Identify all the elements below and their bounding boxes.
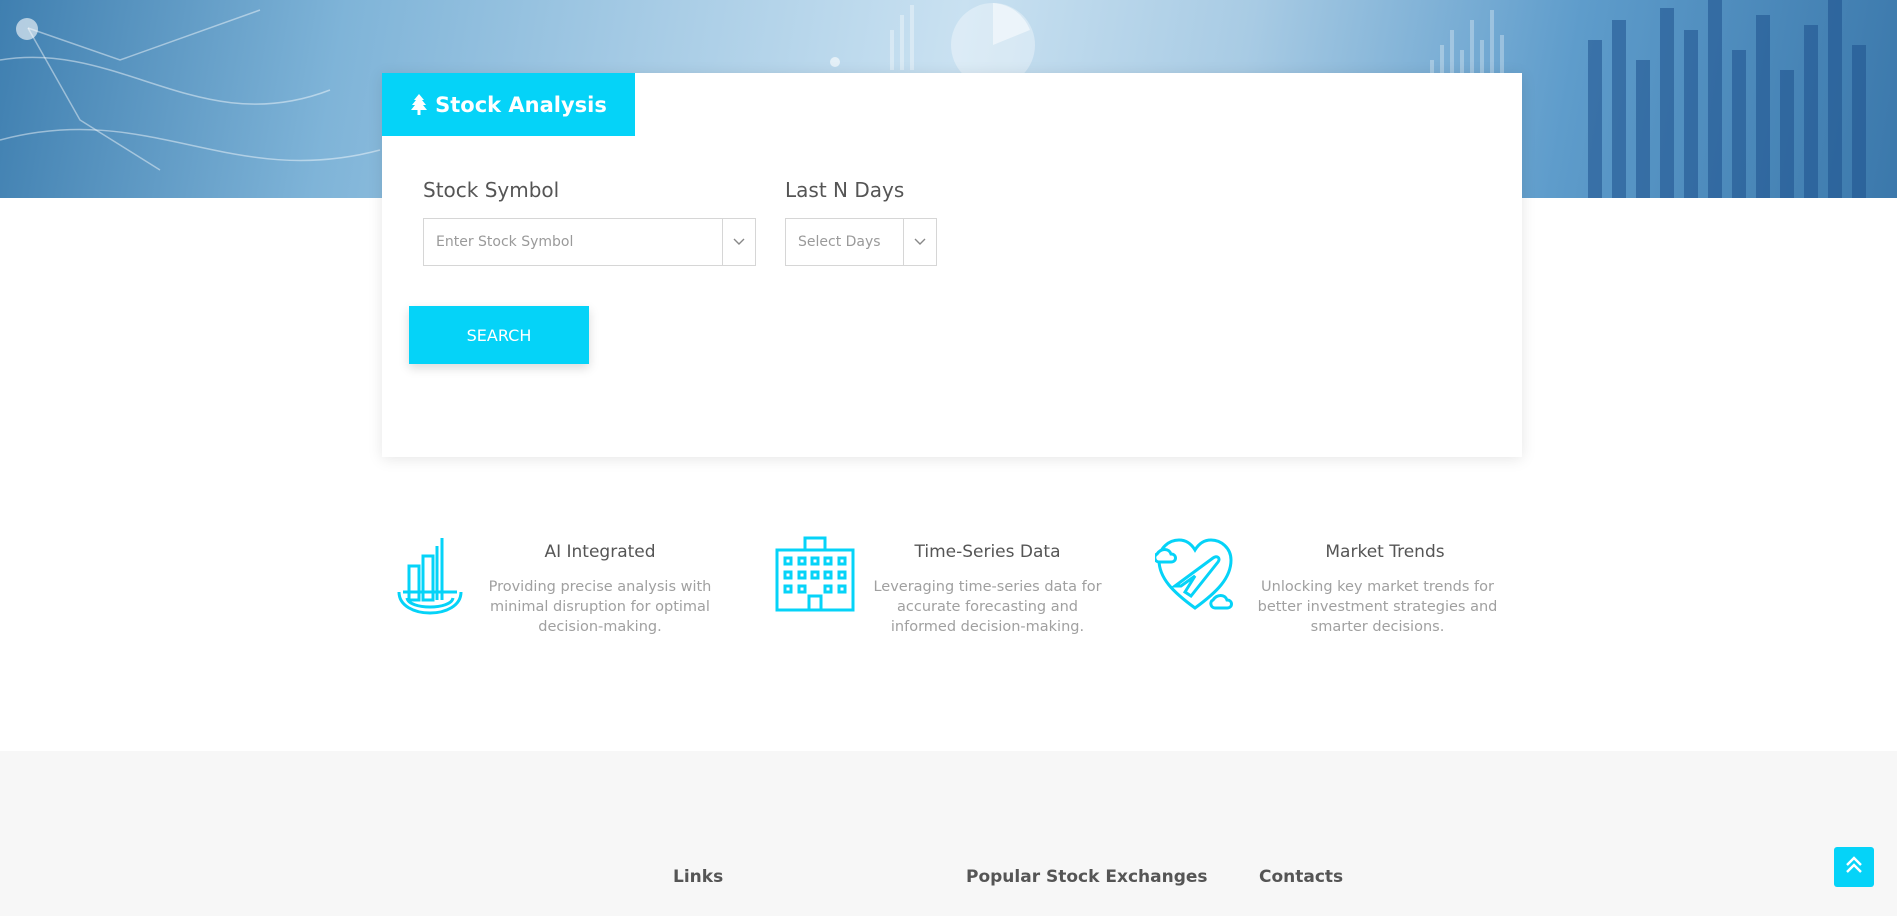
feature-title: Market Trends [1325,542,1445,562]
tab-title: Stock Analysis [435,92,607,117]
feature-text: Providing precise analysis with minimal … [488,579,712,635]
feature-text: Unlocking key market trends for better i… [1257,579,1498,635]
feature-ai-integrated: AI Integrated Providing precise analysis… [395,530,735,650]
back-to-top-button[interactable] [1834,847,1874,887]
last-n-days-placeholder: Select Days [798,234,881,250]
feature-title: AI Integrated [544,542,656,562]
building-icon [775,536,855,616]
stock-symbol-placeholder: Enter Stock Symbol [436,234,574,250]
feature-text: Leveraging time-series data for accurate… [873,579,1102,635]
feature-market-trends: Market Trends Unlocking key market trend… [1153,530,1515,650]
stock-analysis-card: Stock Analysis Stock Symbol Enter Stock … [382,73,1522,457]
tree-icon [410,93,428,116]
feature-time-series-data: Time-Series Data Leveraging time-series … [775,530,1135,650]
search-button[interactable]: SEARCH [409,306,589,364]
heart-plane-icon [1153,536,1235,620]
chevron-down-icon[interactable] [903,219,936,265]
chart-bowl-icon [395,536,465,626]
stock-analysis-tab[interactable]: Stock Analysis [382,73,635,136]
footer: Links Popular Stock Exchanges Contacts [0,751,1897,916]
stock-symbol-select[interactable]: Enter Stock Symbol [423,218,756,266]
double-chevron-up-icon [1844,855,1864,879]
stock-symbol-label: Stock Symbol [423,178,560,202]
last-n-days-select[interactable]: Select Days [785,218,937,266]
last-n-days-label: Last N Days [785,178,905,202]
footer-links-heading: Links [673,867,724,887]
chevron-down-icon[interactable] [722,219,755,265]
feature-title: Time-Series Data [914,542,1061,562]
footer-exchanges-heading: Popular Stock Exchanges [966,867,1208,887]
footer-contacts-heading: Contacts [1259,867,1344,887]
